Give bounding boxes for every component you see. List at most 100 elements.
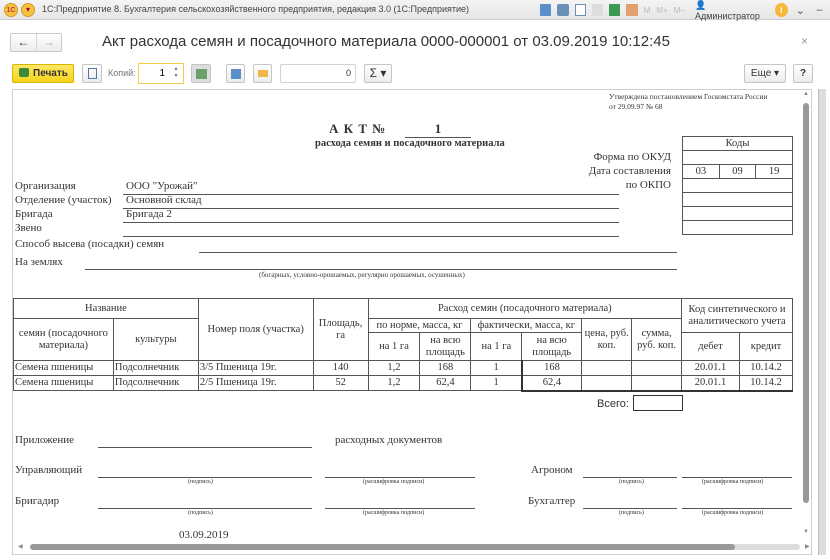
manager-decode-line [325,477,475,478]
approval-line-1: Утверждена постановлением Госкомстата Ро… [609,92,768,101]
scroll-right-icon[interactable]: ▶ [805,543,810,550]
header-fact: фактически, масса, кг [470,318,583,333]
chevron-down-icon[interactable]: ⌄ [794,4,807,17]
brigadier-label: Бригадир [15,495,60,507]
print-icon[interactable] [557,4,569,16]
header-culture: культуры [112,318,199,361]
copy-icon[interactable] [591,4,604,16]
manager-decode-hint: (расшифровка подписи) [363,479,425,485]
agronomist-sign-hint: (подпись) [619,479,644,485]
forward-button[interactable]: → [35,34,62,51]
user-icon: 👤 [694,0,707,10]
manager-label: Управляющий [15,464,83,476]
cell-credit: 10.14.2 [738,360,794,376]
cell-fact-ha: 1 [470,360,523,376]
okpo-code [682,178,793,193]
scroll-left-icon[interactable]: ◀ [18,543,23,550]
method-label: Способ высева (посадки) семян [15,238,165,250]
header-accounts: Код синтетического и аналитического учет… [681,298,793,333]
header-price: цена, руб. коп. [581,318,633,361]
user-name[interactable]: 👤 Администратор [695,0,769,21]
org-label: Организация [15,180,76,192]
document-header: ← → Акт расхода семян и посадочного мате… [0,21,830,59]
cell-fact-total: 168 [520,360,583,376]
user-label: Администратор [694,10,760,21]
date-label: Дата составления [588,165,671,177]
vertical-scrollbar[interactable]: ▲ ▼ [801,91,811,539]
window-scrollbar[interactable] [818,89,826,555]
cell-norm-ha: 1,2 [367,375,421,391]
cell-price [581,360,633,376]
printed-form: Утверждена постановлением Госкомстата Ро… [12,89,812,555]
cell-credit: 10.14.2 [738,375,794,392]
method-underline [199,252,677,253]
header-sum: сумма, руб. коп. [631,318,683,361]
preview-icon[interactable] [574,4,586,16]
envelope-icon [257,70,268,77]
cell-norm-total: 62,4 [419,375,472,391]
save-icon[interactable] [540,4,552,16]
codes-table: Коды 03 09 19 [682,136,793,235]
memory-minus-button[interactable]: M− [674,6,685,15]
more-button[interactable]: Еще ▾ [744,64,786,83]
total-value [633,395,683,411]
cell-fact-total: 62,4 [520,375,583,392]
vertical-scroll-thumb[interactable] [803,103,809,503]
brigade-label: Бригада [15,208,53,220]
sum-field[interactable]: 0 [280,64,356,83]
header-fact-total: на всю площадь [521,332,583,361]
cell-debit: 20.01.1 [681,360,740,376]
attachment-label: Приложение [15,434,75,446]
copies-value: 1 [159,68,165,79]
send-email-button[interactable] [253,64,272,83]
scroll-down-icon[interactable]: ▼ [803,529,809,535]
app-logo-icon[interactable]: 1С [4,3,18,17]
calculator-icon[interactable] [609,4,621,16]
agronomist-sign-line [583,477,677,478]
minimize-button[interactable]: – [813,4,826,16]
printer-icon [19,68,29,77]
header-fact-per-ha: на 1 га [470,332,523,361]
edit-button[interactable] [191,64,211,83]
back-button[interactable]: ← [11,34,36,51]
copies-input[interactable]: 1 ▴ ▾ [138,63,184,84]
approval-line-2: от 29.09.97 № 68 [609,102,663,111]
magnifier-icon [87,68,97,79]
window-title: 1С:Предприятие 8. Бухгалтерия сельскохоз… [42,4,470,14]
memory-button[interactable]: M [644,6,651,15]
calendar-icon[interactable] [626,4,638,16]
okpo-label: по ОКПО [625,179,671,191]
info-icon[interactable]: i [774,3,788,17]
help-button[interactable]: ? [793,64,813,83]
scroll-up-icon[interactable]: ▲ [803,91,809,97]
memory-plus-button[interactable]: M+ [656,6,667,15]
window-titlebar: 1С ▾ 1С:Предприятие 8. Бухгалтерия сельс… [0,0,830,21]
cell-field: 3/5 Пшеница 19г. [197,360,314,376]
save-file-button[interactable] [226,64,245,83]
agronomist-decode-line [682,477,792,478]
link-underline [123,236,619,237]
lands-underline [85,269,677,270]
horizontal-scrollbar[interactable]: ◀ ▶ [14,542,810,552]
preview-button[interactable] [82,64,102,83]
copies-label: Копий: [108,68,136,78]
page-title: Акт расхода семян и посадочного материал… [102,33,670,50]
main-menu-icon[interactable]: ▾ [21,3,35,17]
titlebar-tools: M M+ M− 👤 Администратор i ⌄ – ☐ ✕ [540,0,830,21]
date-month: 09 [718,164,757,179]
accountant-sign-line [583,508,677,509]
lands-hint: (богарных, условно-орошаемых, регулярно … [259,271,465,279]
cell-price [581,375,633,392]
close-document-button[interactable]: × [801,34,808,48]
manager-sign-hint: (подпись) [188,479,213,485]
header-credit: кредит [738,332,794,361]
header-consumption: Расход семян (посадочного материала) [367,298,683,319]
sum-mode-button[interactable]: Σ ▾ [364,64,392,83]
horizontal-scroll-thumb[interactable] [30,544,735,550]
brigadier-decode-hint: (расшифровка подписи) [363,510,425,516]
print-button[interactable]: Печать [12,64,74,83]
nav-buttons: ← → [10,33,62,52]
copies-spinner[interactable]: ▴ ▾ [171,66,181,81]
dept-value: Основной склад [126,194,202,206]
attachment-suffix: расходных документов [335,434,443,446]
